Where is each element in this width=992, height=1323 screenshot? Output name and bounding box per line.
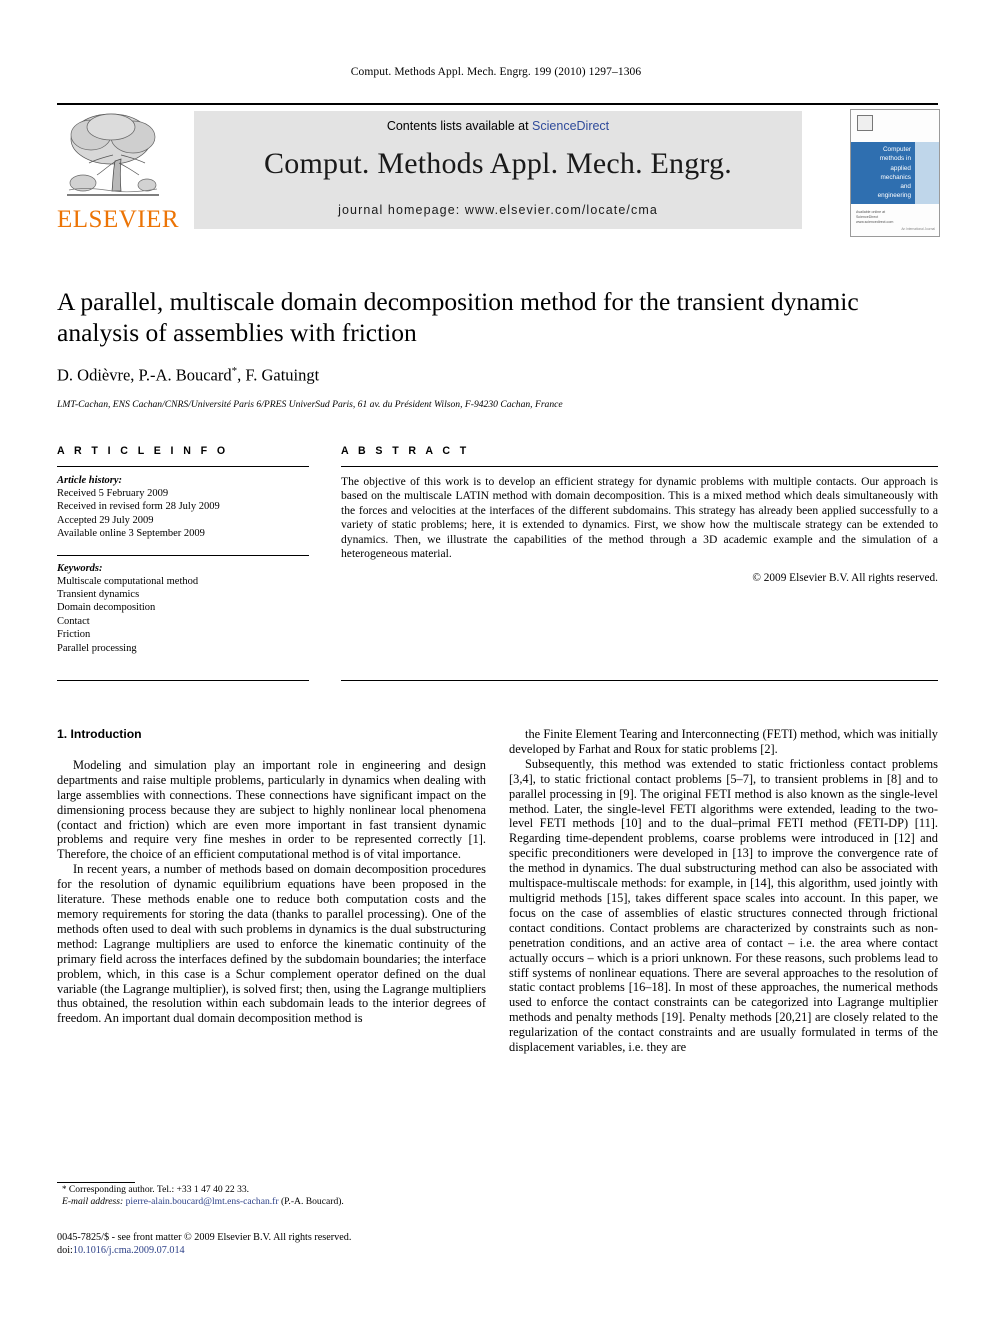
keywords-rule bbox=[57, 554, 309, 556]
body-left-column: 1. Introduction Modeling and simulation … bbox=[57, 727, 486, 1026]
abstract-copyright: © 2009 Elsevier B.V. All rights reserved… bbox=[752, 572, 938, 585]
elsevier-wordmark: ELSEVIER bbox=[57, 206, 180, 233]
keyword-item: Friction bbox=[57, 629, 91, 641]
doi-line: doi:10.1016/j.cma.2009.07.014 bbox=[57, 1245, 557, 1258]
article-title: A parallel, multiscale domain decomposit… bbox=[57, 287, 859, 347]
doi-label: doi: bbox=[57, 1244, 73, 1256]
running-head: Comput. Methods Appl. Mech. Engrg. 199 (… bbox=[350, 66, 642, 78]
article-first-page: Comput. Methods Appl. Mech. Engrg. 199 (… bbox=[0, 0, 992, 1323]
footnote-email-line: E-mail address: pierre-alain.boucard@lmt… bbox=[57, 1196, 486, 1208]
journal-masthead: ELSEVIER Contents lists available at Sci… bbox=[57, 103, 940, 237]
issn-copyright-line: 0045-7825/$ - see front matter © 2009 El… bbox=[57, 1232, 352, 1243]
contents-prefix-text: Contents lists available at bbox=[386, 119, 533, 133]
cover-foot-url: www.sciencedirect.com bbox=[856, 220, 894, 224]
cover-title-line-3: applied bbox=[890, 164, 911, 172]
footnote-email-label: E-mail address: bbox=[62, 1196, 124, 1208]
abstract-bottom-rule bbox=[341, 680, 938, 681]
sciencedirect-band: Contents lists available at ScienceDirec… bbox=[194, 111, 802, 229]
abstract-column: A B S T R A C T The objective of this wo… bbox=[341, 445, 938, 584]
journal-homepage-line[interactable]: journal homepage: www.elsevier.com/locat… bbox=[194, 203, 802, 217]
cover-footer-text: Available online at ScienceDirect www.sc… bbox=[856, 210, 906, 225]
masthead-top-rule bbox=[57, 103, 938, 105]
author-names-tail: , F. Gatuingt bbox=[237, 365, 320, 385]
paragraph: In recent years, a number of methods bas… bbox=[57, 862, 486, 1026]
cover-title-line-6: engineering bbox=[877, 192, 911, 200]
footnote-star-marker: * bbox=[62, 1184, 67, 1194]
elsevier-tree-svg bbox=[67, 113, 159, 196]
abstract-heading: A B S T R A C T bbox=[341, 445, 470, 457]
sciencedirect-link[interactable]: ScienceDirect bbox=[532, 119, 609, 133]
contents-available-line: Contents lists available at ScienceDirec… bbox=[194, 119, 802, 133]
affiliation: LMT-Cachan, ENS Cachan/CNRS/Université P… bbox=[57, 398, 563, 410]
elsevier-tree-icon bbox=[63, 111, 163, 203]
elsevier-logo: ELSEVIER bbox=[57, 109, 180, 235]
footnote-corresponding-author: * Corresponding author. Tel.: +33 1 47 4… bbox=[57, 1183, 486, 1196]
footnote-block: * Corresponding author. Tel.: +33 1 47 4… bbox=[57, 1183, 486, 1209]
cover-title-line-2: methods in bbox=[879, 155, 911, 163]
cover-title-line-1: Computer bbox=[882, 146, 911, 153]
article-info-rule bbox=[57, 466, 309, 467]
article-history-label: Article history: bbox=[57, 475, 123, 486]
keywords-label: Keywords: bbox=[57, 562, 103, 574]
article-info-heading: A R T I C L E I N F O bbox=[57, 445, 229, 457]
article-info-bottom-rule bbox=[57, 680, 309, 681]
paragraph: the Finite Element Tearing and Interconn… bbox=[509, 727, 938, 756]
keyword-item: Transient dynamics bbox=[57, 589, 140, 601]
article-info-column: A R T I C L E I N F O Article history: R… bbox=[57, 445, 309, 655]
cover-title-line-5: and bbox=[900, 183, 911, 191]
cover-publisher-mark-icon bbox=[857, 115, 873, 131]
cover-title-text: Computer methods in applied mechanics an… bbox=[853, 145, 911, 201]
history-received: Received 5 February 2009 bbox=[57, 488, 169, 499]
author-list: D. Odièvre, P.-A. Boucard*, F. Gatuingt bbox=[57, 365, 938, 386]
paragraph: Modeling and simulation play an importan… bbox=[57, 757, 486, 862]
journal-title: Comput. Methods Appl. Mech. Engrg. bbox=[264, 147, 732, 180]
abstract-rule bbox=[341, 466, 938, 467]
footnote-corresponding-text: Corresponding author. Tel.: +33 1 47 40 … bbox=[68, 1184, 250, 1195]
cover-band-blue: Computer methods in applied mechanics an… bbox=[851, 142, 915, 204]
cover-foot-right-text: An International Journal bbox=[901, 227, 935, 231]
paragraph: Subsequently, this method was extended t… bbox=[509, 756, 938, 1055]
body-right-column: the Finite Element Tearing and Interconn… bbox=[509, 727, 938, 1055]
history-available-online: Available online 3 September 2009 bbox=[57, 528, 205, 540]
bottom-matter: 0045-7825/$ - see front matter © 2009 El… bbox=[57, 1232, 557, 1257]
title-block: A parallel, multiscale domain decomposit… bbox=[57, 286, 938, 410]
keyword-item: Parallel processing bbox=[57, 642, 137, 654]
history-accepted: Accepted 29 July 2009 bbox=[57, 514, 154, 526]
journal-cover-thumbnail: Computer methods in applied mechanics an… bbox=[850, 109, 940, 237]
author-names: D. Odièvre, P.-A. Boucard bbox=[57, 365, 232, 385]
cover-title-line-4: mechanics bbox=[880, 173, 911, 181]
keyword-item: Domain decomposition bbox=[57, 602, 156, 614]
footnote-email-address[interactable]: pierre-alain.boucard@lmt.ens-cachan.fr bbox=[126, 1196, 279, 1207]
abstract-text: The objective of this work is to develop… bbox=[341, 475, 938, 561]
doi-value[interactable]: 10.1016/j.cma.2009.07.014 bbox=[73, 1245, 185, 1256]
history-revised: Received in revised form 28 July 2009 bbox=[57, 501, 220, 513]
cover-band-light bbox=[915, 142, 939, 204]
section-title-introduction: 1. Introduction bbox=[57, 727, 142, 741]
footnote-email-owner: (P.-A. Boucard). bbox=[280, 1196, 344, 1208]
keyword-item: Multiscale computational method bbox=[57, 575, 199, 587]
keyword-item: Contact bbox=[57, 615, 90, 627]
